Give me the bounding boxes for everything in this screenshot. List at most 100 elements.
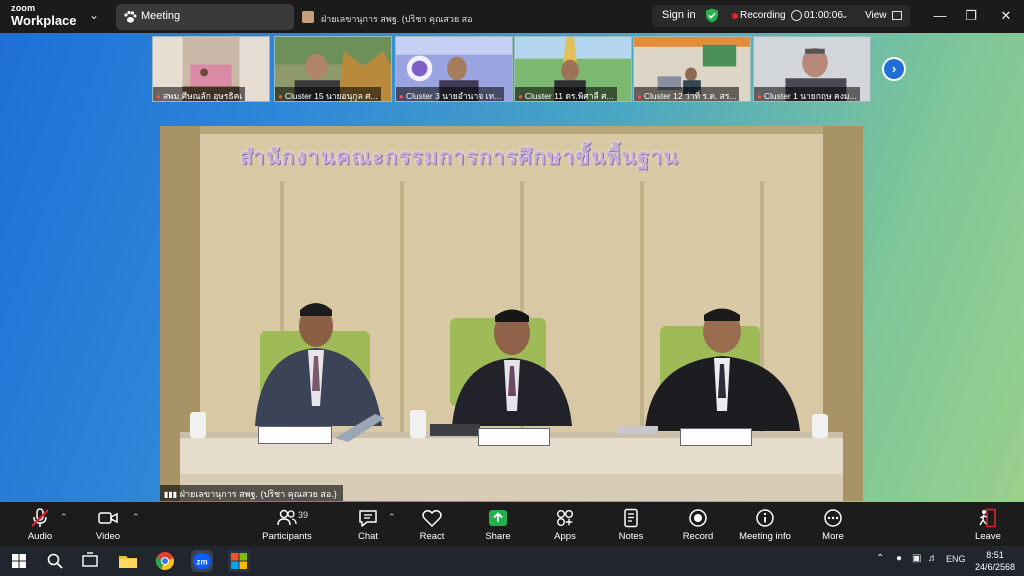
network-icon[interactable]: ▣	[912, 553, 921, 564]
participant-thumbnail[interactable]: ● สพม.ศีษณลัก อุษรธิคเ	[152, 36, 270, 102]
mic-muted-icon: ●	[757, 92, 762, 101]
restore-icon[interactable]: ❐	[961, 6, 981, 26]
clock-date: 24/6/2568	[974, 562, 1016, 572]
sign-in-link[interactable]: Sign in	[662, 9, 696, 21]
participant-thumbnail[interactable]: ● Cluster 1 นายกฤษ คงม...	[753, 36, 871, 102]
info-icon	[756, 509, 774, 527]
chevron-up-icon[interactable]: ⌃	[388, 512, 396, 523]
chat-button[interactable]: Chat	[350, 502, 386, 546]
participants-icon	[277, 509, 297, 526]
desk-nameplate	[478, 428, 550, 446]
minimize-icon[interactable]: —	[930, 6, 950, 26]
apps-button[interactable]: Apps	[547, 502, 583, 546]
meeting-info-label: Meeting info	[739, 531, 791, 542]
chevron-up-icon[interactable]: ⌃	[60, 512, 68, 523]
apps-icon	[557, 510, 573, 526]
participant-thumbnail-strip: ● สพม.ศีษณลัก อุษรธิคเ ● Cluster 15 นายอนุ…	[152, 36, 872, 102]
participants-button[interactable]: Participants	[258, 502, 316, 546]
desk-nameplate	[680, 428, 752, 446]
mic-muted-icon	[31, 508, 49, 527]
participant-thumbnail[interactable]: ● Cluster 15 นายอนุกูล ศ...	[274, 36, 392, 102]
tab-screen-share[interactable]: ฝ่ายเลขานุการ สพฐ. (ปริชา คุณสวย สอ.)'s …	[302, 4, 473, 30]
title-bar: zoom Workplace ⌄ Meeting ฝ่ายเลขานุการ ส…	[0, 0, 1024, 33]
meeting-toolbar: Audio ⌃ Video ⌃ Participants 39 Chat ⌃ R…	[0, 502, 1024, 546]
zoom-app-icon[interactable]: zm	[190, 549, 214, 573]
shield-check-icon[interactable]	[705, 8, 719, 23]
share-label: Share	[485, 531, 511, 542]
windows-start-icon[interactable]	[7, 549, 31, 573]
share-button[interactable]: Share	[480, 502, 516, 546]
meeting-stage: ● สพม.ศีษณลัก อุษรธิคเ ● Cluster 15 นายอนุ…	[0, 33, 1024, 502]
tab-meeting[interactable]: Meeting	[116, 4, 294, 30]
mic-muted-icon: ●	[156, 92, 161, 101]
system-clock[interactable]: 8:51 24/6/2568	[972, 549, 1018, 573]
clock-time: 8:51	[986, 550, 1004, 560]
record-button[interactable]: Record	[680, 502, 716, 546]
chevron-up-icon[interactable]: ⌃	[876, 553, 884, 564]
store-app-icon[interactable]	[227, 549, 251, 573]
task-view-icon[interactable]	[78, 549, 102, 573]
organization-banner: สำนักงานคณะกรรมการการศึกษาขั้นพื้นฐาน	[240, 145, 679, 169]
chrome-icon[interactable]	[153, 549, 177, 573]
audio-button[interactable]: Audio	[20, 502, 60, 546]
search-icon[interactable]	[43, 549, 67, 573]
video-label: Video	[95, 531, 121, 542]
notes-label: Notes	[618, 531, 644, 542]
mic-muted-icon: ●	[637, 92, 642, 101]
audio-label: Audio	[27, 531, 53, 542]
leave-button[interactable]: Leave	[970, 502, 1006, 546]
grid-view-icon[interactable]	[892, 11, 902, 20]
participant-name-tag: ● Cluster 15 นายอนุกูล ศ...	[275, 87, 381, 101]
recording-dot-icon	[732, 13, 738, 19]
file-explorer-icon[interactable]	[116, 549, 140, 573]
meeting-info-button[interactable]: Meeting info	[736, 502, 794, 546]
recording-label[interactable]: Recording	[740, 10, 786, 21]
more-button[interactable]: More	[815, 502, 851, 546]
view-button[interactable]: View	[865, 10, 887, 21]
close-icon[interactable]: ✕	[996, 6, 1016, 26]
active-speaker-video: สำนักงานคณะกรรมการการศึกษาขั้นพื้นฐาน ▮▮…	[160, 126, 863, 501]
participant-name: Cluster 11 ดร.พิศาลี ศ...	[524, 91, 614, 101]
participant-thumbnail[interactable]: ● Cluster 12 ว่าที่ ร.ต. สร...	[633, 36, 751, 102]
logo-line-2: Workplace	[11, 13, 77, 28]
react-label: React	[419, 531, 445, 542]
participant-name-tag: ● Cluster 3 นายอำนาจ เท...	[396, 87, 505, 101]
video-camera-icon	[98, 512, 118, 524]
signal-bars-icon: ▮▮▮	[164, 490, 178, 499]
svg-text:zm: zm	[196, 558, 207, 567]
notes-button[interactable]: Notes	[613, 502, 649, 546]
clock-icon	[791, 10, 802, 21]
chevron-down-icon[interactable]: ⌄	[841, 10, 849, 21]
volume-icon[interactable]: ♬	[928, 553, 938, 564]
participant-name: Cluster 1 นายกฤษ คงม...	[763, 91, 857, 101]
participant-name: Cluster 3 นายอำนาจ เท...	[405, 91, 502, 101]
leave-label: Leave	[975, 531, 1001, 542]
chat-bubble-icon	[359, 510, 377, 527]
participants-count: 39	[298, 510, 309, 520]
chat-label: Chat	[357, 531, 379, 542]
participant-thumbnail[interactable]: ● Cluster 3 นายอำนาจ เท...	[395, 36, 513, 102]
more-label: More	[822, 531, 844, 542]
chevron-down-icon[interactable]: ⌄	[89, 8, 99, 22]
participant-avatar-icon	[302, 11, 314, 23]
react-button[interactable]: React	[414, 502, 450, 546]
participant-thumbnail[interactable]: ● Cluster 11 ดร.พิศาลี ศ...	[514, 36, 632, 102]
meeting-status-group: Sign in Recording 01:00:06 ⌄ View	[652, 5, 910, 27]
mic-muted-icon: ●	[278, 92, 283, 101]
leave-door-icon	[979, 508, 996, 528]
windows-taskbar: zm ⌃ ● ▣ ♬ ENG 8:51 24/6/2568	[0, 546, 1024, 576]
logo-line-1: zoom	[11, 3, 36, 13]
language-indicator[interactable]: ENG	[946, 554, 966, 564]
video-button[interactable]: Video	[88, 502, 128, 546]
chevron-up-icon[interactable]: ⌃	[132, 512, 140, 523]
meeting-timer: 01:00:06	[804, 10, 843, 21]
next-page-button[interactable]: ›	[882, 57, 906, 81]
heart-icon	[422, 509, 442, 528]
participant-name: สพม.ศีษณลัก อุษรธิคเ	[162, 91, 243, 101]
chevron-right-icon: ›	[884, 59, 904, 79]
participant-name: Cluster 12 ว่าที่ ร.ต. สร...	[643, 91, 737, 101]
speaker-name-tag: ▮▮▮ ฝ่ายเลขานุการ สพฐ. (ปริชา คุณสวย สอ.…	[160, 485, 343, 501]
tab-meeting-label: Meeting	[141, 10, 181, 22]
record-icon	[689, 509, 707, 527]
microphone-icon[interactable]: ●	[896, 553, 902, 564]
